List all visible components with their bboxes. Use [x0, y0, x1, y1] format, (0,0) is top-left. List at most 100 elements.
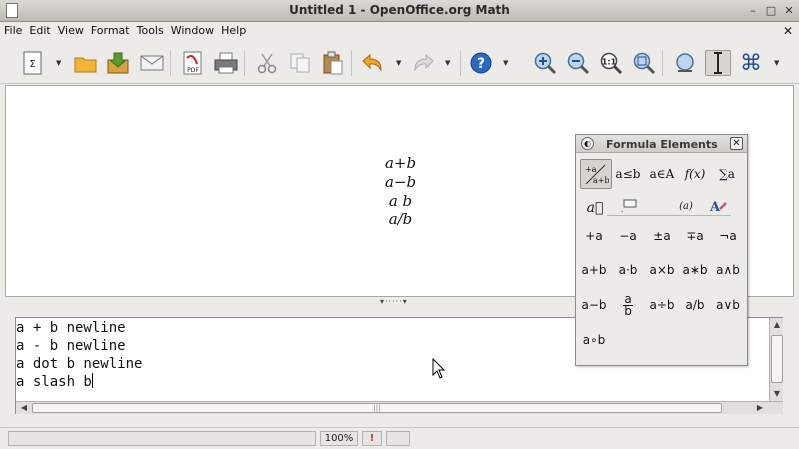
splitter-handle[interactable]: ▾·····▾ [380, 297, 408, 306]
open-icon[interactable] [73, 50, 99, 76]
category-attributes[interactable]: a⃗ [580, 197, 610, 219]
update-icon[interactable] [672, 50, 698, 76]
category-functions[interactable]: f(x) [679, 159, 711, 189]
vertical-scrollbar[interactable]: ▲ ▼ [769, 318, 783, 401]
formula-cursor-icon[interactable] [705, 50, 731, 76]
toolbar-separator [170, 50, 171, 76]
undo-icon[interactable] [359, 50, 385, 76]
cut-icon[interactable] [254, 50, 280, 76]
status-message [8, 431, 316, 446]
close-window-button[interactable]: ✕ [781, 3, 797, 18]
symbol-minus-a[interactable]: −a [611, 223, 645, 249]
title-bar: Untitled 1 - OpenOffice.org Math – □ ✕ [0, 0, 799, 22]
symbol-a-circ-b[interactable]: a∘b [577, 327, 611, 353]
category-relations[interactable]: a≤b [612, 159, 644, 189]
category-others[interactable]: . [614, 195, 644, 217]
symbol-a-plus-b[interactable]: a+b [577, 257, 611, 283]
status-extra [386, 431, 410, 446]
close-document-button[interactable]: ✕ [783, 24, 793, 38]
save-icon[interactable] [105, 50, 131, 76]
menu-help[interactable]: Help [217, 22, 249, 37]
menu-bar: File Edit View Format Tools Window Help ✕ [0, 22, 799, 40]
minimize-button[interactable]: – [745, 3, 761, 18]
mouse-pointer-icon [432, 358, 446, 379]
symbol-a-minus-b[interactable]: a−b [577, 292, 611, 318]
symbols-icon[interactable]: ⌘ [738, 50, 764, 76]
print-icon[interactable] [213, 50, 239, 76]
symbol-a-slash-b[interactable]: a/b [678, 292, 712, 318]
toolbar-separator [662, 50, 663, 76]
redo-dropdown-icon: ▼ [445, 59, 451, 67]
svg-text:+a: +a [585, 165, 597, 174]
symbol-a-asterisk-b[interactable]: a∗b [678, 257, 712, 283]
export-pdf-icon[interactable]: PDF [180, 50, 206, 76]
horizontal-scrollbar[interactable]: ◀ ||| ▶ [16, 401, 783, 414]
zoom-in-icon[interactable] [532, 50, 558, 76]
maximize-button[interactable]: □ [763, 3, 779, 18]
new-dropdown-icon[interactable]: ▼ [56, 59, 61, 67]
text-caret [91, 373, 93, 388]
panel-title: Formula Elements [606, 138, 718, 151]
symbol-plus-a[interactable]: +a [577, 223, 611, 249]
horizontal-scroll-thumb[interactable]: ||| [32, 403, 722, 413]
paste-icon[interactable] [320, 50, 346, 76]
menu-window[interactable]: Window [167, 22, 217, 37]
panel-title-bar[interactable]: ◐ Formula Elements ✕ [576, 135, 747, 153]
menu-tools[interactable]: Tools [133, 22, 167, 37]
symbol-not-a[interactable]: ¬a [711, 223, 745, 249]
menu-edit[interactable]: Edit [25, 22, 53, 37]
symbol-plus-minus-a[interactable]: ±a [645, 223, 679, 249]
category-formats[interactable]: A [704, 195, 734, 217]
undo-dropdown-icon[interactable]: ▼ [396, 59, 401, 67]
command-line: a - b newline [16, 338, 126, 354]
symbol-a-times-b[interactable]: a×b [645, 257, 679, 283]
panel-menu-icon[interactable]: ◐ [581, 137, 594, 150]
fraction-numerator: a [624, 291, 632, 306]
help-icon[interactable]: ? [468, 50, 494, 76]
new-formula-icon[interactable]: Σ [20, 50, 46, 76]
symbol-a-divide-b[interactable]: a÷b [645, 292, 679, 318]
svg-text:.: . [621, 206, 623, 213]
scroll-up-icon[interactable]: ▲ [771, 319, 783, 331]
category-operators[interactable]: ∑a [711, 159, 743, 189]
svg-text:?: ? [477, 56, 485, 72]
toolbar-separator [460, 50, 461, 76]
menu-file[interactable]: File [0, 22, 25, 37]
show-all-icon[interactable] [631, 50, 657, 76]
toolbar-more-icon[interactable]: ▼ [774, 59, 779, 67]
scroll-right-icon[interactable]: ▶ [754, 402, 766, 414]
email-icon[interactable] [139, 50, 165, 76]
svg-text:a+b: a+b [593, 176, 609, 185]
category-unary-binary[interactable]: +a a+b [580, 159, 612, 189]
svg-text:PDF: PDF [187, 67, 199, 74]
panel-separator [607, 215, 731, 216]
scroll-left-icon[interactable]: ◀ [18, 402, 30, 414]
symbol-minus-plus-a[interactable]: ∓a [678, 223, 712, 249]
toolbar-options-icon[interactable]: ▼ [503, 59, 508, 67]
category-set-operations[interactable]: a∈A [646, 159, 678, 189]
zoom-100-icon[interactable]: 1:1 [598, 50, 624, 76]
standard-toolbar: Σ ▼ PDF ▼ ▼ ? ▼ 1:1 ⌘ ▼ [0, 40, 799, 84]
category-brackets[interactable]: (a) [671, 195, 701, 217]
command-line: a dot b newline [16, 356, 143, 372]
command-line: a slash b [16, 374, 92, 390]
symbol-a-dot-b[interactable]: a·b [611, 257, 645, 283]
copy-icon[interactable] [287, 50, 313, 76]
status-bar: 100% ! [0, 427, 799, 449]
zoom-level[interactable]: 100% [320, 431, 358, 446]
svg-text:Σ: Σ [29, 59, 35, 70]
symbol-a-and-b[interactable]: a∧b [711, 257, 745, 283]
vertical-scroll-thumb[interactable] [771, 335, 783, 383]
svg-text:A: A [709, 200, 721, 214]
zoom-out-icon[interactable] [565, 50, 591, 76]
svg-text:1:1: 1:1 [602, 58, 617, 67]
document-modified-icon: ! [362, 431, 382, 446]
scroll-down-icon[interactable]: ▼ [771, 388, 783, 400]
formula-elements-panel: ◐ Formula Elements ✕ +a a+b a≤b a∈A f(x) … [575, 134, 748, 366]
menu-view[interactable]: View [54, 22, 87, 37]
redo-icon[interactable] [411, 50, 437, 76]
panel-close-icon[interactable]: ✕ [730, 137, 743, 150]
symbol-a-or-b[interactable]: a∨b [711, 292, 745, 318]
symbol-fraction[interactable]: a b [611, 292, 645, 318]
menu-format[interactable]: Format [87, 22, 133, 37]
